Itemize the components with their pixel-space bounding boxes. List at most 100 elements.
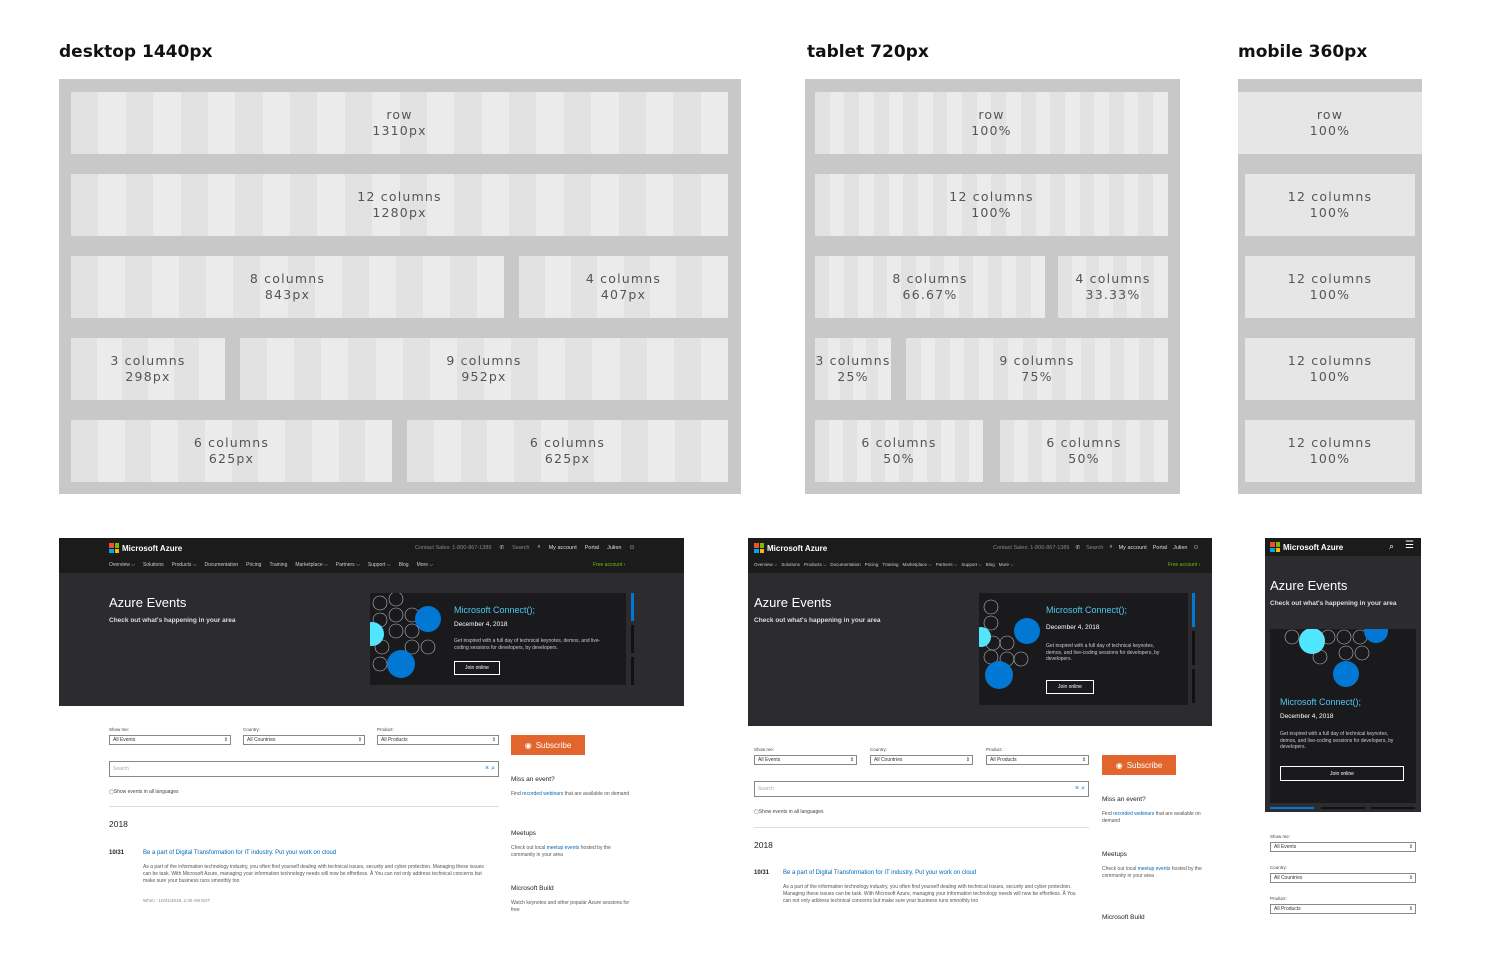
user-name[interactable]: Julien — [1173, 545, 1187, 551]
column-stripe — [125, 92, 154, 154]
join-online-button[interactable]: Join online — [1280, 766, 1404, 781]
column-stripe — [1124, 338, 1139, 400]
azure-logo[interactable]: Microsoft Azure — [109, 543, 182, 553]
portal-link[interactable]: Portal — [1153, 545, 1167, 551]
nav-documentation[interactable]: Documentation — [205, 562, 239, 568]
product-select[interactable]: All Products ⇕ — [986, 755, 1089, 765]
search-icon[interactable]: ⌕ — [1389, 541, 1394, 552]
column-stripe — [565, 338, 593, 400]
carousel-indicator[interactable] — [631, 625, 634, 653]
nav-pricing[interactable]: Pricing — [246, 562, 261, 568]
nav-products[interactable]: Products ⌵ — [172, 562, 197, 568]
search-label[interactable]: Search — [1086, 545, 1103, 551]
nav-marketplace[interactable]: Marketplace ⌵ — [903, 562, 932, 567]
nav-marketplace[interactable]: Marketplace ⌵ — [295, 562, 327, 568]
subscribe-button[interactable]: ◉ Subscribe — [1102, 755, 1176, 775]
free-account-link[interactable]: Free account › — [1168, 562, 1200, 568]
column-stripe — [700, 92, 728, 154]
join-online-button[interactable]: Join online — [1046, 680, 1094, 694]
nav-training[interactable]: Training — [882, 562, 898, 567]
event-description: As a part of the information technology … — [143, 864, 484, 884]
nav-solutions[interactable]: Solutions — [143, 562, 164, 568]
carousel-indicator[interactable] — [631, 657, 634, 685]
column-stripe — [481, 174, 509, 236]
my-account-link[interactable]: My account — [549, 545, 577, 551]
show-me-select[interactable]: All Events ⇕ — [1270, 842, 1416, 852]
column-stripe — [487, 420, 514, 482]
search-label[interactable]: Search — [512, 545, 529, 551]
column-stripe — [873, 92, 889, 154]
search-icon[interactable]: ⌕ — [1110, 544, 1113, 551]
carousel-indicator[interactable] — [1371, 807, 1415, 809]
column-stripe — [591, 174, 619, 236]
azure-logo[interactable]: Microsoft Azure — [1270, 542, 1343, 552]
event-title-link[interactable]: Be a part of Digital Transformation for … — [143, 850, 336, 856]
product-select[interactable]: All Products ⇕ — [1270, 904, 1416, 914]
carousel-indicator-active[interactable] — [1192, 593, 1195, 627]
nav-partners[interactable]: Partners ⌵ — [936, 562, 958, 567]
hamburger-menu-icon[interactable]: ☰ — [1405, 540, 1414, 551]
recorded-webinars-link[interactable]: recorded webinars — [522, 791, 563, 797]
search-input[interactable]: Search × ⌕ — [109, 761, 499, 777]
nav-overview[interactable]: Overview ⌵ — [754, 562, 777, 567]
azure-logo[interactable]: Microsoft Azure — [754, 543, 827, 553]
country-select[interactable]: All Countries ⇕ — [1270, 873, 1416, 883]
all-languages-checkbox[interactable]: ▢Show events in all languages — [754, 809, 824, 815]
country-select[interactable]: All Countries ⇕ — [243, 735, 365, 745]
subscribe-button[interactable]: ◉ Subscribe — [511, 735, 585, 755]
card-date: December 4, 2018 — [1046, 624, 1100, 631]
build-heading: Microsoft Build — [511, 885, 554, 892]
nav-products[interactable]: Products ⌵ — [804, 562, 826, 567]
column-stripe — [180, 92, 208, 154]
meetup-events-link[interactable]: meetup events — [1138, 866, 1171, 872]
column-stripe — [1094, 174, 1110, 236]
column-stripe — [98, 256, 126, 318]
nav-blog[interactable]: Blog — [399, 562, 409, 568]
nav-support[interactable]: Support ⌵ — [368, 562, 391, 568]
column-stripe — [317, 174, 345, 236]
grid-cell: 12 columns 100% — [1245, 174, 1415, 236]
grid-cell: 3 columns 25% — [815, 338, 892, 400]
user-icon[interactable]: ⚇ — [1193, 545, 1198, 551]
search-input[interactable]: Search × ⌕ — [754, 781, 1089, 797]
nav-more[interactable]: More ⌵ — [417, 562, 434, 568]
join-online-button[interactable]: Join online — [454, 661, 500, 675]
nav-support[interactable]: Support ⌵ — [961, 562, 981, 567]
meetup-events-link[interactable]: meetup events — [547, 845, 580, 851]
portal-link[interactable]: Portal — [585, 545, 599, 551]
user-icon[interactable]: ⚇ — [629, 545, 634, 551]
column-stripe — [538, 338, 566, 400]
carousel-indicator[interactable] — [1192, 669, 1195, 703]
column-stripe — [858, 256, 873, 318]
nav-solutions[interactable]: Solutions — [781, 562, 800, 567]
search-icon[interactable]: ⌕ — [538, 544, 541, 551]
all-languages-checkbox[interactable]: ▢Show events in all languages — [109, 789, 179, 795]
cell-size: 625px — [208, 451, 255, 466]
column-stripe — [1095, 338, 1110, 400]
cell-size: 50% — [1068, 451, 1100, 466]
nav-blog[interactable]: Blog — [986, 562, 995, 567]
carousel-indicator[interactable] — [1321, 807, 1365, 809]
meetups-heading: Meetups — [511, 830, 536, 837]
country-select[interactable]: All Countries ⇕ — [870, 755, 973, 765]
carousel-indicator[interactable] — [1192, 631, 1195, 665]
show-me-select[interactable]: All Events ⇕ — [109, 735, 231, 745]
column-stripe — [509, 92, 537, 154]
user-name[interactable]: Julien — [607, 545, 621, 551]
carousel-indicator-active[interactable] — [631, 593, 634, 621]
select-arrows-icon: ⇕ — [1408, 906, 1413, 912]
product-select[interactable]: All Products ⇕ — [377, 735, 499, 745]
show-me-select[interactable]: All Events ⇕ — [754, 755, 857, 765]
nav-more[interactable]: More ⌵ — [999, 562, 1014, 567]
nav-overview[interactable]: Overview ⌵ — [109, 562, 135, 568]
event-title-link[interactable]: Be a part of Digital Transformation for … — [783, 870, 976, 876]
carousel-indicator-active[interactable] — [1270, 807, 1314, 809]
desktop-site-mockup: Microsoft Azure Contact Sales: 1-800-867… — [59, 538, 684, 920]
nav-partners[interactable]: Partners ⌵ — [336, 562, 360, 568]
free-account-link[interactable]: Free account › — [593, 562, 625, 568]
nav-pricing[interactable]: Pricing — [865, 562, 879, 567]
recorded-webinars-link[interactable]: recorded webinars — [1113, 811, 1154, 817]
my-account-link[interactable]: My account — [1119, 545, 1147, 551]
nav-training[interactable]: Training — [269, 562, 287, 568]
nav-documentation[interactable]: Documentation — [830, 562, 860, 567]
